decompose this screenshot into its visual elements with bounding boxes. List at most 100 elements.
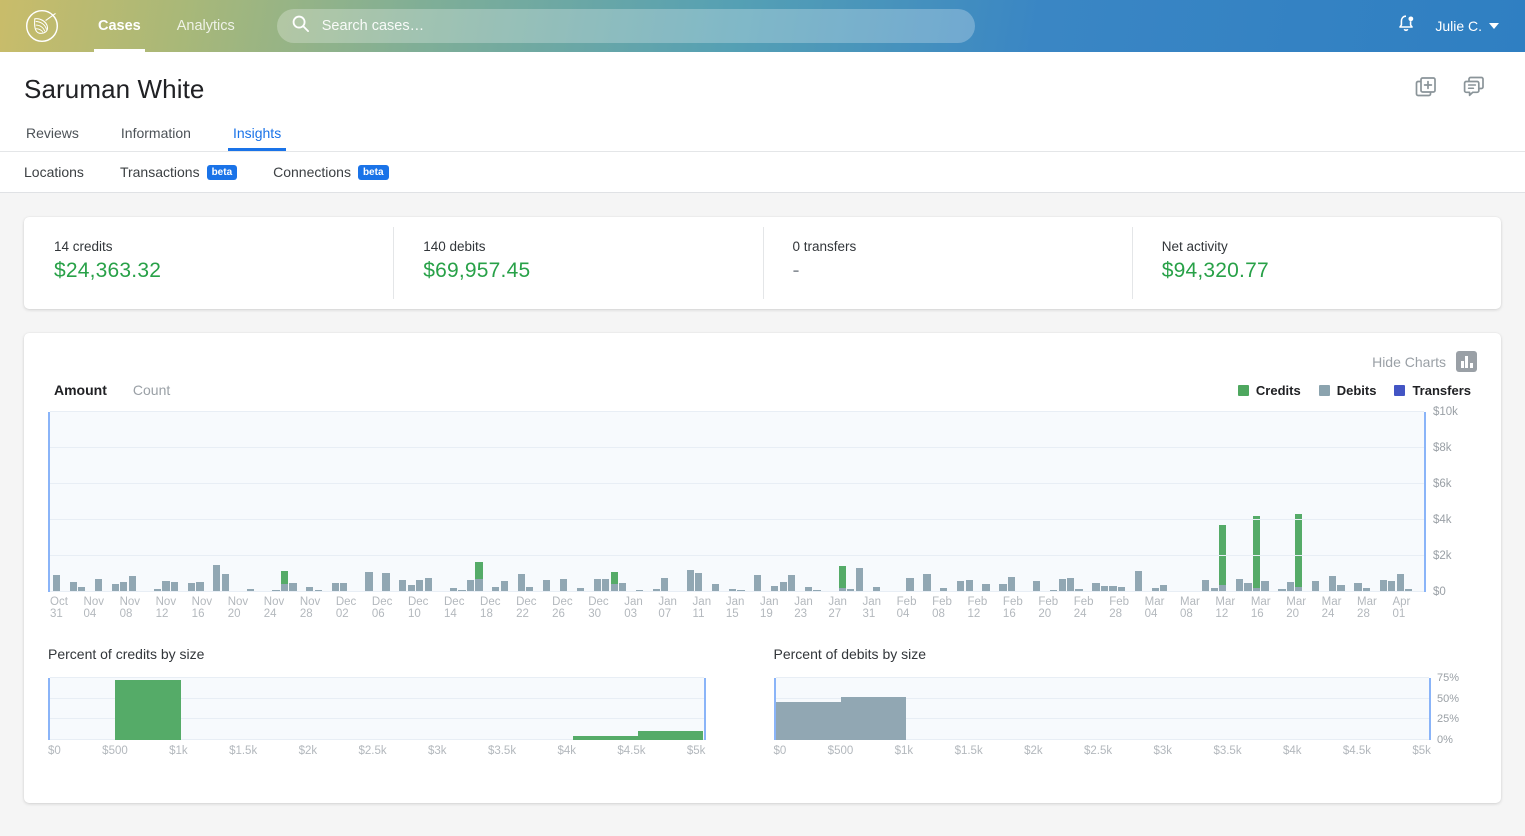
chart-bar[interactable]: [661, 577, 669, 592]
comments-button[interactable]: [1461, 75, 1487, 104]
chart-bar[interactable]: [754, 575, 762, 592]
nav-link-cases[interactable]: Cases: [80, 0, 159, 52]
histogram-bin[interactable]: [507, 678, 572, 740]
chart-bar[interactable]: [221, 574, 229, 592]
chart-bar[interactable]: [1066, 578, 1075, 592]
histogram-bin[interactable]: [638, 678, 704, 740]
histogram-bin[interactable]: [1102, 678, 1167, 740]
bar-segment-credits: [475, 561, 483, 580]
summary-cell-debits: 140 debits $69,957.45: [393, 217, 762, 309]
histogram-bin[interactable]: [1298, 678, 1363, 740]
x-axis-tick: Dec 18: [480, 596, 501, 620]
nav-link-analytics[interactable]: Analytics: [159, 0, 253, 52]
chart-bar[interactable]: [1396, 573, 1404, 592]
histogram-bin[interactable]: [115, 678, 181, 740]
metric-tab-amount[interactable]: Amount: [54, 382, 107, 398]
histogram-bar: [840, 697, 907, 740]
histogram-bin[interactable]: [181, 678, 246, 740]
chart-bar[interactable]: [128, 576, 136, 592]
comments-icon: [1462, 75, 1486, 104]
legend-item-credits[interactable]: Credits: [1237, 383, 1301, 398]
chart-bar[interactable]: [686, 570, 694, 592]
histogram-bin[interactable]: [775, 678, 841, 740]
chart-bar[interactable]: [475, 561, 483, 592]
histogram-bin[interactable]: [50, 678, 115, 740]
chart-bar[interactable]: [517, 574, 525, 592]
user-menu-button[interactable]: Julie C.: [1427, 14, 1507, 38]
chart-bar[interactable]: [280, 570, 289, 592]
gridline: [50, 519, 1424, 520]
metric-tab-count[interactable]: Count: [133, 382, 170, 398]
subtab-connections[interactable]: Connections beta: [273, 152, 389, 193]
x-axis-tick: Jan 03: [624, 596, 643, 620]
chart-bar[interactable]: [855, 568, 863, 592]
legend-swatch-transfers: [1394, 384, 1406, 396]
bar-segment-debits: [1329, 576, 1337, 592]
tab-reviews[interactable]: Reviews: [24, 125, 81, 151]
activity-chart-x-axis: Oct 31 Nov 04 Nov 08 Nov 12 Nov 16 Nov 20 Nov …: [48, 596, 1477, 620]
histogram-bin[interactable]: [906, 678, 971, 740]
search-bar[interactable]: [276, 9, 975, 43]
notifications-button[interactable]: [1391, 11, 1421, 41]
chart-bar[interactable]: [382, 573, 390, 592]
histogram-bin[interactable]: [572, 678, 639, 740]
chart-bar[interactable]: [923, 574, 931, 592]
subtab-transactions[interactable]: Transactions beta: [120, 152, 238, 193]
histogram-bin[interactable]: [246, 678, 311, 740]
histogram-bin[interactable]: [840, 678, 907, 740]
chart-bar[interactable]: [1134, 571, 1142, 592]
chart-bar[interactable]: [610, 572, 618, 592]
x-axis-tick: Feb 12: [967, 596, 988, 620]
histogram-bin[interactable]: [1364, 678, 1429, 740]
metric-tab-count-label: Count: [132, 382, 171, 398]
hummingbird-logo-icon[interactable]: [24, 8, 60, 44]
histogram-bin[interactable]: [1037, 678, 1102, 740]
chart-bar[interactable]: [838, 565, 846, 592]
tab-information[interactable]: Information: [119, 125, 193, 151]
histogram-bin[interactable]: [377, 678, 442, 740]
histogram-bin[interactable]: [442, 678, 507, 740]
add-item-button[interactable]: [1413, 77, 1439, 103]
search-input[interactable]: [321, 18, 961, 34]
credits-histogram-plot[interactable]: [48, 677, 706, 740]
chart-bar[interactable]: [906, 577, 914, 592]
bar-chart-icon[interactable]: [1456, 351, 1477, 372]
header-actions: [1413, 75, 1501, 104]
histogram-bin[interactable]: [972, 678, 1037, 740]
histogram-bin[interactable]: [1168, 678, 1233, 740]
x-axis-tick: $1.5k: [229, 745, 258, 757]
x-axis-tick: $2.5k: [358, 745, 387, 757]
x-axis-tick: Dec 30: [588, 596, 609, 620]
chart-bar[interactable]: [602, 578, 610, 592]
x-axis-tick: Mar 04: [1144, 596, 1165, 620]
hide-charts-label[interactable]: Hide Charts: [1372, 354, 1446, 370]
bar-segment-credits: [838, 565, 846, 588]
chart-bar[interactable]: [695, 572, 703, 592]
primary-tabs: Reviews Information Insights: [24, 125, 1501, 151]
legend-item-transfers[interactable]: Transfers: [1394, 383, 1471, 398]
activity-chart-plot[interactable]: [48, 411, 1426, 592]
chart-bar[interactable]: [788, 574, 796, 592]
subtab-locations[interactable]: Locations: [24, 152, 84, 193]
histogram-bin[interactable]: [1233, 678, 1298, 740]
top-navigation-bar: Cases Analytics Julie C.: [0, 0, 1525, 52]
y-axis-tick: $6k: [1433, 478, 1452, 490]
tab-insights[interactable]: Insights: [227, 125, 287, 151]
chart-bar[interactable]: [1007, 576, 1016, 592]
chart-bar[interactable]: [94, 578, 103, 592]
chart-bar[interactable]: [424, 578, 432, 592]
chart-bar[interactable]: [1329, 576, 1337, 592]
chart-bar[interactable]: [1219, 525, 1227, 592]
legend-item-debits[interactable]: Debits: [1318, 383, 1376, 398]
chart-bar[interactable]: [365, 572, 373, 592]
summary-cell-credits: 14 credits $24,363.32: [24, 217, 393, 309]
chart-bar[interactable]: [52, 574, 60, 592]
debits-histogram-plot[interactable]: [773, 677, 1431, 740]
summary-label: Net activity: [1161, 239, 1228, 254]
chart-bar[interactable]: [213, 565, 221, 592]
chart-bar[interactable]: [1295, 513, 1303, 592]
x-axis-tick: Apr 01: [1392, 596, 1411, 620]
histogram-bin[interactable]: [311, 678, 376, 740]
beta-badge: beta: [206, 164, 238, 180]
nav-right-group: Julie C.: [1391, 11, 1507, 41]
